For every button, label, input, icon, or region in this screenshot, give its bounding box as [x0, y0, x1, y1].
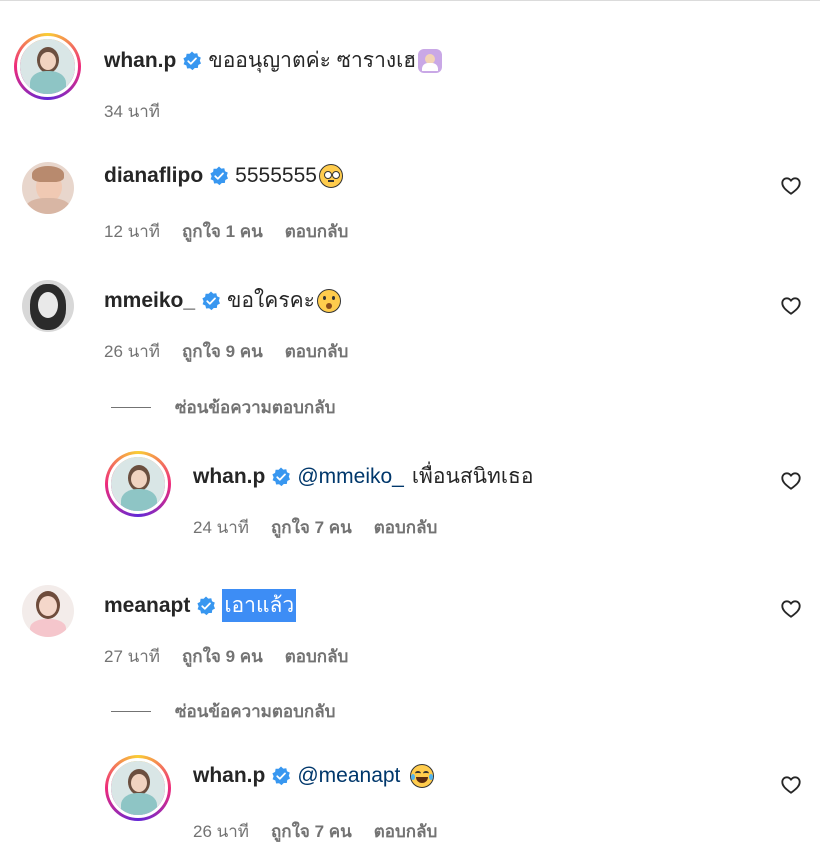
woman-gesturing-ok-emoji-icon — [418, 48, 443, 73]
comment-time[interactable]: 27 นาที — [104, 643, 160, 670]
reply-likes[interactable]: ถูกใจ 7 คน — [271, 818, 352, 845]
hide-replies-label: ซ่อนข้อความตอบกลับ — [175, 702, 336, 721]
reply-button[interactable]: ตอบกลับ — [285, 643, 349, 670]
verified-badge-icon — [271, 766, 291, 786]
comment-text: 5555555 — [235, 164, 317, 187]
comment-item: dianaflipo 5555555 12 นาที ถูกใจ 1 คน ตอ… — [0, 150, 820, 260]
reply-username[interactable]: whan.p — [193, 764, 265, 788]
heart-outline-icon[interactable] — [780, 774, 802, 796]
comment-time[interactable]: 34 นาที — [104, 98, 160, 125]
reply-text: เพื่อนสนิทเธอ — [411, 465, 534, 488]
divider — [111, 711, 151, 712]
comment-text: ขออนุญาตค่ะ ซารางเฮ — [208, 49, 417, 72]
comment-item: whan.p ขออนุญาตค่ะ ซารางเฮ 34 นาที — [0, 0, 820, 150]
reply-button[interactable]: ตอบกลับ — [374, 514, 438, 541]
heart-outline-icon[interactable] — [780, 470, 802, 492]
divider — [111, 407, 151, 408]
avatar[interactable] — [14, 33, 81, 100]
hide-replies-button[interactable]: ซ่อนข้อความตอบกลับ — [111, 698, 335, 725]
avatar[interactable] — [105, 451, 171, 517]
heart-outline-icon[interactable] — [780, 175, 802, 197]
avatar[interactable] — [22, 585, 74, 637]
comment-username[interactable]: meanapt — [104, 594, 190, 618]
verified-badge-icon — [182, 51, 202, 71]
hide-replies-label: ซ่อนข้อความตอบกลับ — [175, 398, 336, 417]
comment-item: meanapt เอาแล้ว 27 นาที ถูกใจ 9 คน ตอบกล… — [0, 575, 820, 847]
heart-outline-icon[interactable] — [780, 598, 802, 620]
reply-button[interactable]: ตอบกลับ — [374, 818, 438, 845]
reply-button[interactable]: ตอบกลับ — [285, 218, 349, 245]
verified-badge-icon — [196, 596, 216, 616]
verified-badge-icon — [271, 467, 291, 487]
comment-text: เอาแล้ว — [222, 589, 297, 622]
comment-username[interactable]: mmeiko_ — [104, 289, 195, 313]
mention-link[interactable]: @meanapt — [297, 764, 400, 788]
comment-item: mmeiko_ ขอใครคะ 26 นาที ถูกใจ 9 คน ตอบกล… — [0, 270, 820, 550]
comment-username[interactable]: dianaflipo — [104, 164, 203, 188]
comment-time[interactable]: 26 นาที — [104, 338, 160, 365]
verified-badge-icon — [209, 166, 229, 186]
face-with-tears-of-joy-emoji-icon — [410, 764, 435, 788]
verified-badge-icon — [201, 291, 221, 311]
heart-outline-icon[interactable] — [780, 295, 802, 317]
reply-likes[interactable]: ถูกใจ 7 คน — [271, 514, 352, 541]
mention-link[interactable]: @mmeiko_ — [297, 465, 404, 489]
reply-time[interactable]: 26 นาที — [193, 818, 249, 845]
hide-replies-button[interactable]: ซ่อนข้อความตอบกลับ — [111, 394, 335, 421]
avatar[interactable] — [22, 280, 74, 332]
comment-text: ขอใครคะ — [227, 289, 315, 312]
avatar[interactable] — [22, 162, 74, 214]
comment-likes[interactable]: ถูกใจ 1 คน — [182, 218, 263, 245]
comment-likes[interactable]: ถูกใจ 9 คน — [182, 338, 263, 365]
comment-time[interactable]: 12 นาที — [104, 218, 160, 245]
comment-username[interactable]: whan.p — [104, 49, 176, 73]
avatar[interactable] — [105, 755, 171, 821]
flushed-face-emoji-icon — [318, 164, 343, 188]
reply-button[interactable]: ตอบกลับ — [285, 338, 349, 365]
comment-likes[interactable]: ถูกใจ 9 คน — [182, 643, 263, 670]
reply-time[interactable]: 24 นาที — [193, 514, 249, 541]
hushed-face-emoji-icon — [316, 288, 341, 313]
reply-username[interactable]: whan.p — [193, 465, 265, 489]
